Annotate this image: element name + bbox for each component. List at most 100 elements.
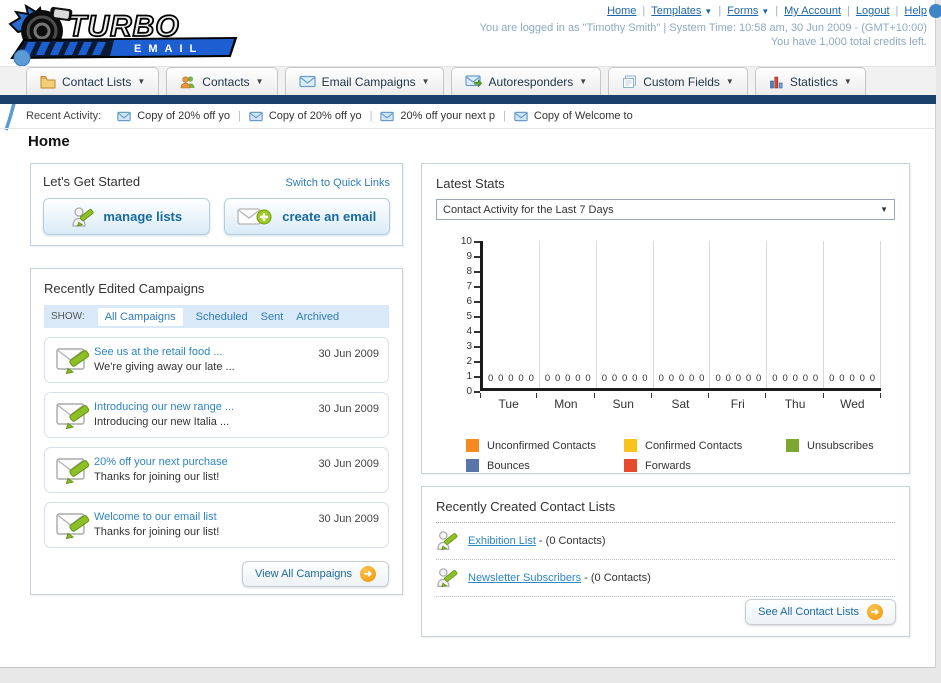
recent-activity-item[interactable]: Copy of 20% off yo: [117, 110, 230, 122]
contact-list-count: - (0 Contacts): [581, 572, 651, 584]
top-link-help[interactable]: Help: [904, 5, 927, 17]
recent-activity-item[interactable]: 20% off your next p: [380, 110, 495, 122]
envelope-icon: [298, 75, 316, 88]
top-link-forms[interactable]: Forms: [727, 5, 758, 17]
footer-strip: [0, 669, 941, 683]
contact-list-count: - (0 Contacts): [535, 535, 606, 547]
top-link-my-account[interactable]: My Account: [784, 5, 841, 17]
chart-bar-group: 00000: [654, 241, 711, 388]
top-link-logout[interactable]: Logout: [856, 5, 890, 17]
show-label: SHOW:: [51, 311, 85, 322]
x-tick-label: Fri: [709, 393, 767, 411]
contact-activity-chart: 0 1 2 3 4 5 6 7 8 9 10 000000000000000000000000000…: [454, 236, 895, 423]
top-link-templates[interactable]: Templates: [651, 5, 701, 17]
legend-item: Forwards: [624, 459, 786, 472]
chevron-down-icon: ▼: [704, 7, 713, 16]
top-link-home[interactable]: Home: [607, 5, 636, 17]
legend-swatch-forwards: [624, 459, 637, 472]
legend-swatch-bounces: [466, 459, 479, 472]
chart-data-label: 0: [601, 373, 608, 384]
chart-x-axis: Tue Mon Sun Sat Fri Thu Wed: [480, 393, 882, 411]
contact-lists-title: Recently Created Contact Lists: [436, 499, 616, 514]
chart-plot: 00000000000000000000000000000000000: [480, 241, 882, 391]
recently-edited-campaigns-panel: Recently Edited Campaigns SHOW: All Camp…: [30, 268, 403, 595]
chevron-down-icon: ▼: [843, 77, 852, 86]
recent-activity-item[interactable]: Copy of 20% off yo: [249, 110, 362, 122]
chart-bar-group: 00000: [767, 241, 825, 388]
x-tick-label: Sat: [652, 393, 710, 411]
folder-icon: [40, 75, 56, 88]
tab-custom-fields[interactable]: Custom Fields ▼: [608, 67, 748, 95]
envelope-plus-icon: [237, 207, 272, 225]
switch-quick-links-link[interactable]: Switch to Quick Links: [285, 177, 390, 189]
campaign-row[interactable]: 20% off your next purchase Thanks for jo…: [44, 447, 389, 493]
campaign-date: 30 Jun 2009: [318, 348, 379, 360]
contact-list-row[interactable]: Exhibition List - (0 Contacts): [436, 523, 895, 560]
recently-created-contact-lists-panel: Recently Created Contact Lists Exhibitio…: [421, 486, 910, 637]
legend-swatch-confirmed: [624, 439, 637, 452]
stats-dropdown[interactable]: Contact Activity for the Last 7 Days ▼: [436, 199, 895, 220]
tab-email-campaigns[interactable]: Email Campaigns ▼: [284, 67, 444, 95]
envelope-pencil-icon: [56, 513, 90, 540]
y-tick-label: 1: [466, 371, 480, 382]
chart-data-label: 0: [668, 373, 675, 384]
recent-activity-text: 20% off your next p: [400, 110, 496, 122]
page: TURBO EMAIL Home | Templates ▼ | Forms ▼ | My Ac…: [0, 0, 941, 668]
navy-divider-bar: [0, 95, 936, 104]
recent-activity-text: Copy of Welcome to: [533, 110, 633, 122]
campaign-title-link[interactable]: See us at the retail food ...: [94, 346, 222, 358]
chart-data-label: 0: [555, 373, 561, 384]
login-info: You are logged in as "Timothy Smith" | S…: [480, 21, 927, 49]
tab-contacts[interactable]: Contacts ▼: [166, 67, 278, 95]
filter-sent[interactable]: Sent: [261, 311, 284, 323]
filter-all-campaigns[interactable]: All Campaigns: [97, 307, 183, 326]
chart-data-label: 0: [642, 373, 648, 384]
campaign-title-link[interactable]: Welcome to our email list: [94, 511, 217, 523]
get-started-title: Let's Get Started: [43, 174, 141, 189]
recent-activity-item[interactable]: Copy of Welcome to: [514, 110, 633, 122]
tab-autoresponders[interactable]: Autoresponders ▼: [450, 67, 602, 95]
campaign-title-link[interactable]: Introducing our new range ...: [94, 401, 234, 413]
contact-list-row[interactable]: Newsletter Subscribers - (0 Contacts): [436, 560, 895, 597]
x-tick-label: Thu: [766, 393, 824, 411]
chart-bar-group: 00000: [710, 241, 768, 388]
campaign-subtitle: Thanks for joining our list!: [94, 471, 220, 483]
chevron-down-icon: ▼: [137, 77, 146, 86]
statistics-icon: [770, 76, 783, 88]
chevron-down-icon: ▼: [880, 205, 888, 214]
campaign-row[interactable]: Welcome to our email list Thanks for joi…: [44, 502, 389, 548]
page-title: Home: [28, 133, 70, 150]
y-tick-label: 5: [466, 311, 480, 322]
help-bubble-icon[interactable]: [929, 4, 941, 18]
campaign-row[interactable]: See us at the retail food ... We're givi…: [44, 337, 389, 383]
chart-data-label: 0: [715, 373, 721, 384]
legend-swatch-unsubscribes: [786, 439, 799, 452]
chart-data-label: 0: [585, 373, 591, 384]
y-tick-label: 7: [466, 281, 480, 292]
see-all-contact-lists-button[interactable]: See All Contact Lists ➜: [745, 599, 896, 625]
arrow-right-icon: ➜: [360, 566, 376, 582]
y-tick-label: 2: [466, 356, 480, 367]
x-tick-label: Wed: [824, 393, 882, 411]
chart-data-label: 0: [772, 373, 778, 384]
manage-lists-button[interactable]: manage lists: [43, 198, 210, 235]
tab-label: Autoresponders: [488, 74, 574, 89]
legend-label: Unconfirmed Contacts: [487, 439, 596, 452]
contact-list-link[interactable]: Exhibition List: [468, 535, 536, 547]
filter-scheduled[interactable]: Scheduled: [196, 311, 248, 323]
campaign-title-link[interactable]: 20% off your next purchase: [94, 456, 228, 468]
custom-fields-icon: [623, 75, 637, 88]
chart-data-label: 0: [528, 373, 534, 384]
campaign-row[interactable]: Introducing our new range ... Introducin…: [44, 392, 389, 438]
tab-contact-lists[interactable]: Contact Lists ▼: [26, 67, 160, 95]
tab-statistics[interactable]: Statistics ▼: [754, 67, 866, 95]
person-pencil-icon: [437, 531, 458, 551]
turbo-email-logo[interactable]: TURBO EMAIL: [6, 2, 238, 63]
contact-list-link[interactable]: Newsletter Subscribers: [468, 572, 581, 584]
filter-archived[interactable]: Archived: [296, 311, 339, 323]
get-started-panel: Let's Get Started Switch to Quick Links …: [30, 163, 403, 246]
view-all-campaigns-button[interactable]: View All Campaigns ➜: [241, 561, 389, 587]
latest-stats-title: Latest Stats: [436, 176, 505, 191]
y-tick-label: 4: [466, 326, 480, 337]
create-email-button[interactable]: create an email: [223, 198, 390, 235]
